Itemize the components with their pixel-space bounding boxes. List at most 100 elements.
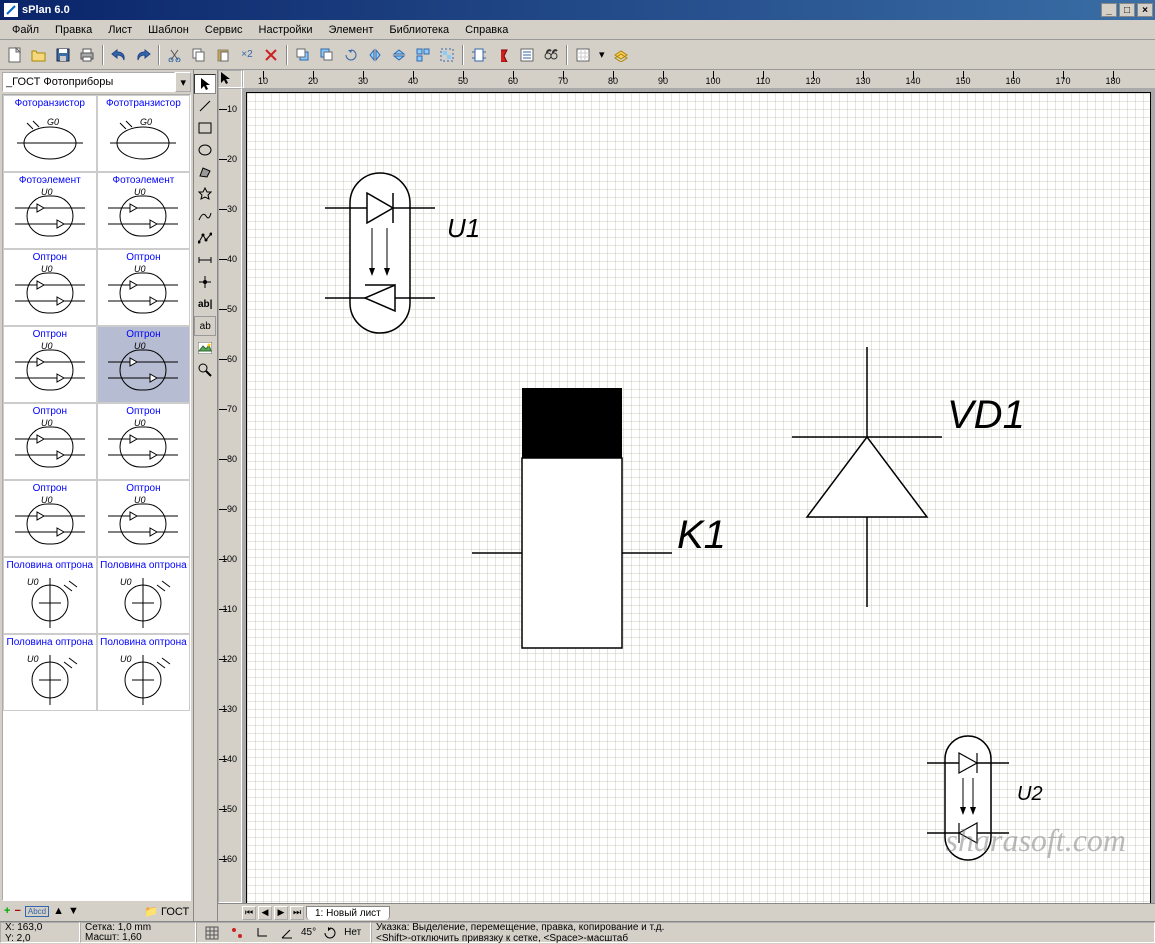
copy-icon[interactable] (188, 44, 210, 66)
lib-label: Оптрон (4, 329, 96, 340)
tab-first-icon[interactable]: ⏮ (242, 906, 256, 920)
menu-file[interactable]: Файл (4, 22, 47, 38)
status-grid-icon[interactable] (201, 922, 223, 944)
status-snap-icon[interactable] (226, 922, 248, 944)
lib-cell[interactable]: ОптронU0 (3, 480, 97, 557)
pointer-tool-icon[interactable] (194, 74, 216, 94)
zoom-tool-icon[interactable] (194, 360, 216, 380)
redo-icon[interactable] (132, 44, 154, 66)
tab-last-icon[interactable]: ⏭ (290, 906, 304, 920)
menu-help[interactable]: Справка (457, 22, 516, 38)
menu-element[interactable]: Элемент (320, 22, 381, 38)
menu-library[interactable]: Библиотека (381, 22, 457, 38)
line-tool-icon[interactable] (194, 96, 216, 116)
polyline-tool-icon[interactable] (194, 228, 216, 248)
up-icon[interactable]: ▲ (53, 905, 64, 917)
lib-cell[interactable]: ОптронU0 (3, 403, 97, 480)
tab-next-icon[interactable]: ▶ (274, 906, 288, 920)
canvas-scroll[interactable]: U1 K1 VD1 (242, 88, 1155, 903)
open-file-icon[interactable] (28, 44, 50, 66)
lib-cell[interactable]: ОптронU0 (3, 249, 97, 326)
textbox-tool-icon[interactable]: ab (194, 316, 216, 336)
cut-icon[interactable] (164, 44, 186, 66)
component-u2[interactable] (927, 733, 1027, 863)
text-tool-icon[interactable]: ab| (194, 294, 216, 314)
add-icon[interactable]: + (4, 905, 10, 917)
lib-cell[interactable]: ФоторанзисторG0 (3, 95, 97, 172)
lib-cell[interactable]: ОптронU0 (97, 326, 191, 403)
lib-cell[interactable]: ОптронU0 (97, 480, 191, 557)
library-combo-input[interactable] (2, 72, 175, 92)
status-rotate-icon[interactable] (319, 922, 341, 944)
mirror-h-icon[interactable] (364, 44, 386, 66)
component-icon[interactable] (468, 44, 490, 66)
mark-icon[interactable] (492, 44, 514, 66)
drawing-page[interactable]: U1 K1 VD1 (246, 92, 1151, 903)
maximize-button[interactable]: □ (1119, 3, 1135, 17)
paste-icon[interactable] (212, 44, 234, 66)
lib-cell[interactable]: ОптронU0 (3, 326, 97, 403)
rect-tool-icon[interactable] (194, 118, 216, 138)
minimize-button[interactable]: _ (1101, 3, 1117, 17)
menu-service[interactable]: Сервис (197, 22, 251, 38)
library-combo[interactable]: ▾ (2, 72, 191, 92)
mirror-v-icon[interactable] (388, 44, 410, 66)
sheet-tab-1[interactable]: 1: Новый лист (306, 906, 390, 920)
menu-sheet[interactable]: Лист (100, 22, 140, 38)
lib-label: Фоторанзистор (4, 98, 96, 109)
rotate-icon[interactable] (340, 44, 362, 66)
clone-x2-icon[interactable]: ×2 (236, 44, 258, 66)
save-file-icon[interactable] (52, 44, 74, 66)
undo-icon[interactable] (108, 44, 130, 66)
library-grid[interactable]: ФоторанзисторG0ФототранзисторG0Фотоэлеме… (2, 94, 191, 901)
component-vd1[interactable] (767, 347, 967, 607)
lib-cell[interactable]: Половина оптронаU0 (3, 557, 97, 634)
ruler-vertical[interactable]: 102030405060708090100110120130140150160 (218, 88, 242, 903)
node-tool-icon[interactable] (194, 272, 216, 292)
close-button[interactable]: × (1137, 3, 1153, 17)
lib-cell[interactable]: ФотоэлементU0 (3, 172, 97, 249)
ruler-horizontal[interactable]: 1020304050607080901001101201301401501601… (242, 70, 244, 88)
canvas-area: 102030405060708090100110120130140150160 1… (218, 70, 1155, 921)
star-tool-icon[interactable] (194, 184, 216, 204)
lib-cell[interactable]: ФототранзисторG0 (97, 95, 191, 172)
image-tool-icon[interactable] (194, 338, 216, 358)
zoom-dropdown-icon[interactable]: ▾ (596, 44, 608, 66)
dimension-tool-icon[interactable] (194, 250, 216, 270)
rename-icon[interactable]: Abcd (25, 906, 49, 917)
menu-edit[interactable]: Правка (47, 22, 100, 38)
lib-cell[interactable]: Половина оптронаU0 (97, 634, 191, 711)
lib-cell[interactable]: ФотоэлементU0 (97, 172, 191, 249)
curve-tool-icon[interactable] (194, 206, 216, 226)
lib-cell[interactable]: Половина оптронаU0 (97, 557, 191, 634)
align-icon[interactable] (412, 44, 434, 66)
remove-icon[interactable]: − (14, 905, 20, 917)
component-u1[interactable] (325, 168, 455, 348)
front-icon[interactable] (292, 44, 314, 66)
grid-toggle-icon[interactable] (572, 44, 594, 66)
back-icon[interactable] (316, 44, 338, 66)
component-k1[interactable] (472, 388, 672, 668)
group-icon[interactable] (436, 44, 458, 66)
down-icon[interactable]: ▼ (68, 905, 79, 917)
tab-prev-icon[interactable]: ◀ (258, 906, 272, 920)
find-icon[interactable] (540, 44, 562, 66)
menu-template[interactable]: Шаблон (140, 22, 197, 38)
chevron-down-icon[interactable]: ▾ (175, 72, 191, 92)
lib-cell[interactable]: Половина оптронаU0 (3, 634, 97, 711)
lib-thumb: G0 (9, 109, 91, 169)
ruler-corner-icon[interactable] (218, 70, 242, 88)
lib-cell[interactable]: ОптронU0 (97, 403, 191, 480)
print-icon[interactable] (76, 44, 98, 66)
list-icon[interactable] (516, 44, 538, 66)
status-ortho-icon[interactable] (251, 922, 273, 944)
layer-icon[interactable] (610, 44, 632, 66)
status-angle-icon[interactable] (276, 922, 298, 944)
lib-cell[interactable]: ОптронU0 (97, 249, 191, 326)
library-source[interactable]: 📁 ГОСТ (144, 905, 189, 918)
new-file-icon[interactable] (4, 44, 26, 66)
menu-settings[interactable]: Настройки (251, 22, 321, 38)
poly-fill-tool-icon[interactable] (194, 162, 216, 182)
delete-icon[interactable] (260, 44, 282, 66)
ellipse-tool-icon[interactable] (194, 140, 216, 160)
